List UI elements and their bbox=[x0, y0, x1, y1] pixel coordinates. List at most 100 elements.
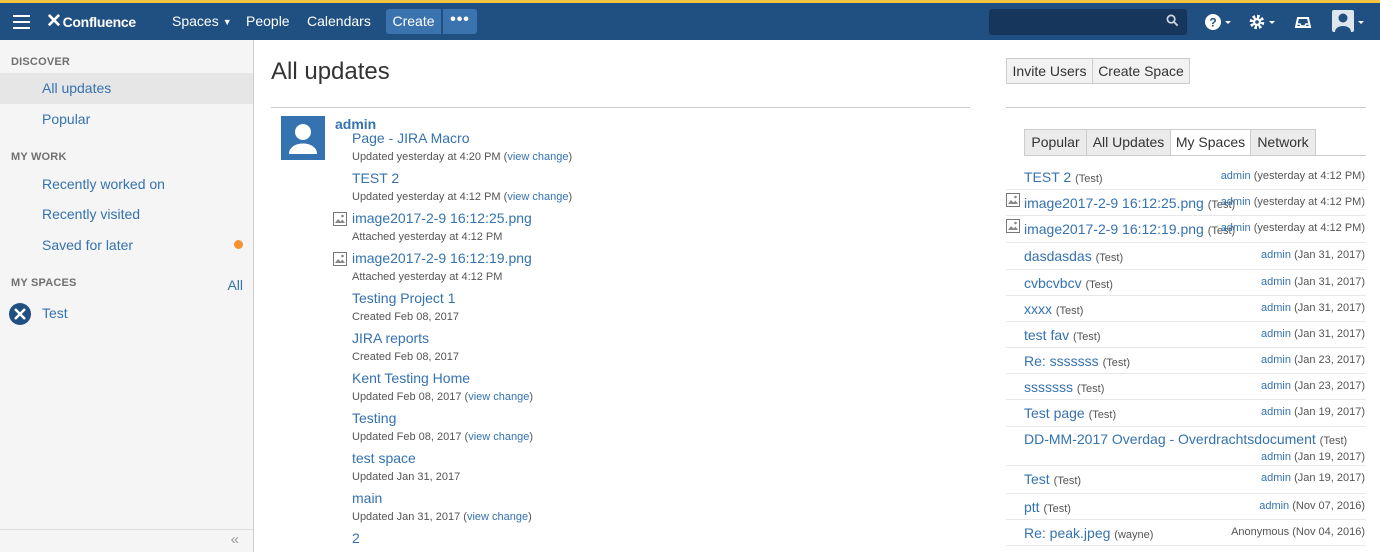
sidebar-item-recently-worked-on[interactable]: Recently worked on bbox=[0, 169, 253, 200]
recent-page-link[interactable]: cvbcvbcv bbox=[1024, 275, 1082, 291]
all-spaces-link[interactable]: All bbox=[227, 277, 243, 293]
update-item: image2017-2-9 16:12:19.png Attached yeste… bbox=[333, 250, 952, 283]
invite-users-button[interactable]: Invite Users bbox=[1006, 58, 1093, 84]
recent-page-link[interactable]: TEST 2 bbox=[1024, 169, 1071, 185]
user-avatar-icon[interactable] bbox=[1332, 10, 1366, 34]
update-meta: Attached yesterday at 4:12 PM bbox=[352, 271, 503, 283]
view-change-link[interactable]: view change bbox=[467, 511, 528, 523]
update-title-link[interactable]: test space bbox=[352, 450, 952, 468]
recent-user-link[interactable]: admin bbox=[1261, 472, 1291, 484]
recent-row: cvbcvbcv (Test) admin (Jan 31, 2017) bbox=[1006, 270, 1366, 296]
help-icon[interactable]: ? bbox=[1204, 12, 1232, 32]
recent-space: (Test) bbox=[1095, 252, 1124, 264]
recent-user-link[interactable]: admin bbox=[1261, 380, 1291, 392]
recent-row: image2017-2-9 16:12:25.png (Test) admin (… bbox=[1006, 190, 1366, 216]
recent-meta: admin (yesterday at 4:12 PM) bbox=[1220, 170, 1365, 182]
recent-user-link[interactable]: admin bbox=[1221, 170, 1251, 182]
menu-icon[interactable] bbox=[13, 3, 31, 40]
update-title-link[interactable]: Testing Project 1 bbox=[352, 290, 952, 308]
recent-user-link[interactable]: admin bbox=[1259, 500, 1289, 512]
recent-title: Re: sssssss (Test) bbox=[1024, 353, 1130, 369]
recent-page-link[interactable]: dasdasdas bbox=[1024, 248, 1092, 264]
recent-page-link[interactable]: ptt bbox=[1024, 499, 1040, 515]
update-title-link[interactable]: 2 bbox=[352, 530, 952, 548]
recent-page-link[interactable]: Re: sssssss bbox=[1024, 353, 1099, 369]
update-title-link[interactable]: image2017-2-9 16:12:19.png bbox=[352, 250, 952, 268]
update-title-link[interactable]: Kent Testing Home bbox=[352, 370, 952, 388]
sidebar-item-all-updates[interactable]: All updates bbox=[0, 73, 253, 104]
recent-user-link[interactable]: admin bbox=[1261, 354, 1291, 366]
recent-page-link[interactable]: image2017-2-9 16:12:25.png bbox=[1024, 195, 1204, 211]
sidebar: DISCOVER All updates Popular MY WORK Rec… bbox=[0, 40, 254, 552]
recent-user-link[interactable]: admin bbox=[1221, 222, 1251, 234]
recent-page-link[interactable]: test fav bbox=[1024, 327, 1069, 343]
recent-user-link[interactable]: admin bbox=[1261, 328, 1291, 340]
recent-page-link[interactable]: Test bbox=[1024, 471, 1050, 487]
space-logo-icon bbox=[9, 303, 31, 325]
header-bar: ✕Confluence Spaces ▼ People Calendars Cre… bbox=[0, 3, 1380, 40]
recent-meta: admin (Jan 23, 2017) bbox=[1261, 354, 1365, 366]
recent-user-link[interactable]: admin bbox=[1261, 276, 1291, 288]
nav-spaces[interactable]: Spaces ▼ bbox=[172, 3, 232, 40]
sidebar-item-saved-for-later[interactable]: Saved for later bbox=[0, 230, 253, 261]
view-change-link[interactable]: view change bbox=[507, 151, 568, 163]
collapse-sidebar-icon[interactable]: « bbox=[231, 531, 239, 548]
recent-user-link[interactable]: admin bbox=[1261, 302, 1291, 314]
create-button[interactable]: Create bbox=[386, 9, 441, 34]
update-title-link[interactable]: TEST 2 bbox=[352, 170, 952, 188]
recent-meta: Anonymous (Nov 04, 2016) bbox=[1231, 526, 1365, 538]
recent-title: Test page (Test) bbox=[1024, 405, 1116, 421]
gear-icon[interactable] bbox=[1248, 12, 1276, 32]
recent-space: (Test) bbox=[1319, 435, 1348, 447]
update-title-link[interactable]: main bbox=[352, 490, 952, 508]
create-more-button[interactable]: ••• bbox=[443, 9, 477, 34]
recent-user-link[interactable]: admin bbox=[1261, 451, 1291, 463]
recent-page-link[interactable]: DD-MM-2017 Overdag - Overdrachtsdocument bbox=[1024, 431, 1316, 447]
notifications-icon[interactable] bbox=[1294, 12, 1312, 32]
update-title-link[interactable]: image2017-2-9 16:12:25.png bbox=[352, 210, 952, 228]
recent-meta: admin (yesterday at 4:12 PM) bbox=[1220, 196, 1365, 208]
view-change-link[interactable]: view change bbox=[468, 431, 529, 443]
tab-my-spaces[interactable]: My Spaces bbox=[1170, 129, 1251, 156]
recent-space: (Test) bbox=[1088, 409, 1117, 421]
sidebar-space-test[interactable]: Test bbox=[42, 305, 68, 321]
tab-popular[interactable]: Popular bbox=[1024, 129, 1087, 156]
recent-user-link[interactable]: admin bbox=[1261, 406, 1291, 418]
update-item: TEST 2 Updated yesterday at 4:12 PM (view… bbox=[352, 170, 952, 203]
user-silhouette-icon bbox=[289, 124, 317, 154]
tab-network[interactable]: Network bbox=[1250, 129, 1316, 156]
author-avatar[interactable] bbox=[281, 116, 325, 160]
recent-user-link[interactable]: admin bbox=[1221, 196, 1251, 208]
update-title-link[interactable]: JIRA reports bbox=[352, 330, 952, 348]
recent-row: Test page (Test) admin (Jan 19, 2017) bbox=[1006, 400, 1366, 427]
recent-page-link[interactable]: Test page bbox=[1024, 405, 1085, 421]
nav-calendars[interactable]: Calendars bbox=[307, 3, 371, 40]
nav-people[interactable]: People bbox=[246, 3, 290, 40]
search-input[interactable] bbox=[989, 9, 1187, 35]
recent-page-link[interactable]: Re: peak.jpeg bbox=[1024, 525, 1110, 541]
recent-meta: admin (Jan 19, 2017) bbox=[1261, 451, 1365, 463]
sidebar-item-recently-visited[interactable]: Recently visited bbox=[0, 199, 253, 230]
tab-all-updates[interactable]: All Updates bbox=[1086, 129, 1171, 156]
view-change-link[interactable]: view change bbox=[468, 391, 529, 403]
recent-row: sssssss (Test) admin (Jan 23, 2017) bbox=[1006, 374, 1366, 400]
update-meta: Updated Feb 08, 2017 (view change) bbox=[352, 391, 534, 403]
update-title-link[interactable]: Page - JIRA Macro bbox=[352, 130, 952, 148]
sidebar-item-popular[interactable]: Popular bbox=[0, 104, 253, 135]
recent-row: DD-MM-2017 Overdag - Overdrachtsdocument… bbox=[1006, 427, 1366, 466]
view-change-link[interactable]: view change bbox=[507, 191, 568, 203]
update-meta: Updated Jan 31, 2017 (view change) bbox=[352, 511, 532, 523]
recent-space: (Test) bbox=[1043, 503, 1071, 515]
recent-page-link[interactable]: image2017-2-9 16:12:19.png bbox=[1024, 221, 1204, 237]
confluence-space-icon bbox=[14, 308, 26, 320]
update-item: main Updated Jan 31, 2017 (view change) bbox=[352, 490, 952, 523]
right-divider bbox=[1006, 107, 1366, 108]
confluence-x-icon: ✕ bbox=[46, 11, 62, 32]
recent-title: xxxx (Test) bbox=[1024, 301, 1083, 317]
update-title-link[interactable]: Testing bbox=[352, 410, 952, 428]
recent-page-link[interactable]: sssssss bbox=[1024, 379, 1073, 395]
confluence-logo[interactable]: ✕Confluence bbox=[46, 3, 136, 40]
create-space-button[interactable]: Create Space bbox=[1092, 58, 1190, 84]
recent-page-link[interactable]: xxxx bbox=[1024, 301, 1052, 317]
recent-user-link[interactable]: admin bbox=[1261, 249, 1291, 261]
